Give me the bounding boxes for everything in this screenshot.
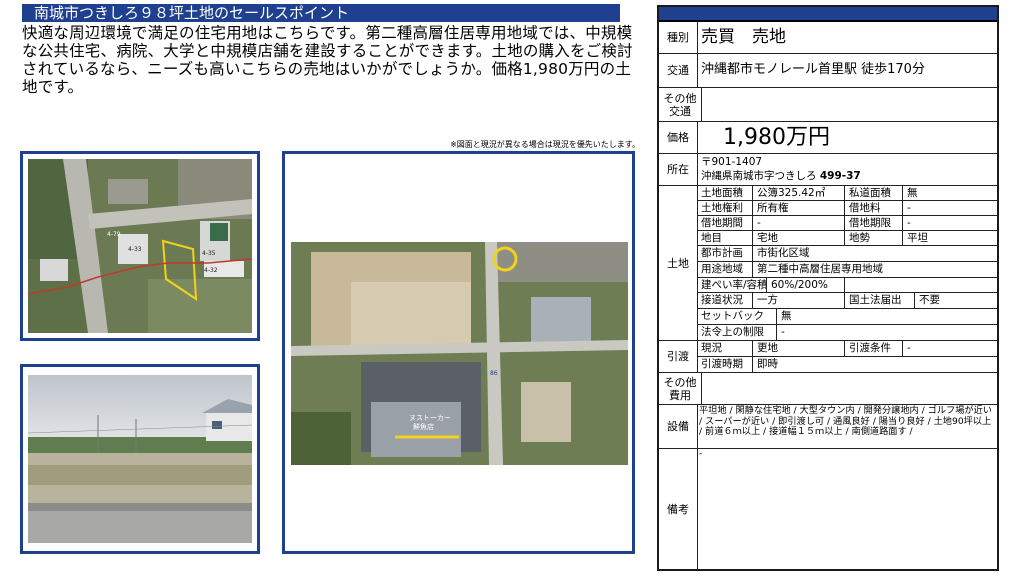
transport-label: 交通 bbox=[659, 54, 698, 87]
site-photo-image bbox=[20, 364, 260, 554]
address-value: 〒901-1407 沖縄県南城市字つきしろ 499-37 bbox=[697, 154, 997, 185]
setback-label: セットバック bbox=[697, 309, 777, 325]
row-land: 土地 土地面積 公簿325.42㎡ 私道面積 無 土地権利 所有権 借地料 - … bbox=[659, 186, 999, 341]
timing-value: 即時 bbox=[757, 358, 778, 370]
site-photo-graphic bbox=[28, 375, 252, 543]
condition-value: - bbox=[903, 341, 999, 357]
map-label-4: 4-32 bbox=[204, 267, 218, 274]
other-cost-label: その他費用 bbox=[659, 373, 702, 404]
legal-value: - bbox=[781, 326, 785, 338]
aerial-view-graphic: ヌストーカー 鮮魚店 86 bbox=[291, 242, 628, 465]
setback-value: 無 bbox=[777, 309, 999, 325]
city-plan-value: 市街化区域 bbox=[753, 246, 999, 262]
other-transport-label: その他交通 bbox=[659, 88, 702, 121]
row-type: 種別 売買 売地 bbox=[659, 22, 997, 54]
land-label: 土地 bbox=[659, 186, 698, 340]
type-label: 種別 bbox=[659, 22, 698, 53]
lease-fee-label: 借地料 bbox=[845, 201, 903, 216]
equipment-label: 設備 bbox=[659, 405, 698, 448]
land-right-value: 所有権 bbox=[753, 201, 845, 216]
handover-details: 現況 更地 引渡条件 - 引渡時期 即時 bbox=[697, 341, 999, 372]
equipment-value: 平坦地 / 閑静な住宅地 / 大型タウン内 / 開発分譲地内 / ゴルフ場が近い… bbox=[699, 405, 992, 437]
address-line: 沖縄県南城市字つきしろ 499-37 bbox=[701, 169, 997, 183]
row-address: 所在 〒901-1407 沖縄県南城市字つきしろ 499-37 bbox=[659, 154, 997, 186]
row-handover: 引渡 現況 更地 引渡条件 - 引渡時期 即時 bbox=[659, 341, 999, 373]
description-text: 快適な周辺環境で満足の住宅用地はこちらです。第二種高層住居専用地域では、中規模な… bbox=[22, 24, 633, 96]
type-value: 売買 売地 bbox=[701, 27, 786, 47]
category-value: 宅地 bbox=[753, 231, 845, 246]
land-area-label: 土地面積 bbox=[697, 186, 753, 201]
price-value: 1,980万円 bbox=[723, 125, 830, 150]
ratio-blank bbox=[845, 278, 999, 293]
row-other-cost: その他費用 bbox=[659, 373, 997, 405]
row-remarks: 備考 - bbox=[659, 449, 997, 569]
notification-label: 国土法届出 bbox=[845, 293, 915, 309]
other-cost-value bbox=[697, 373, 997, 404]
address-number: 499-37 bbox=[819, 170, 861, 182]
zoning-value: 第二種中高層住居専用地域 bbox=[753, 262, 999, 278]
zoning-label: 用途地域 bbox=[697, 262, 753, 278]
remarks-value: - bbox=[699, 449, 703, 459]
price-label: 価格 bbox=[659, 122, 698, 153]
condition-label: 引渡条件 bbox=[845, 341, 903, 357]
road-value: 一方 bbox=[753, 293, 845, 309]
address-label: 所在 bbox=[659, 154, 698, 185]
city-plan-label: 都市計画 bbox=[697, 246, 753, 262]
status-value: 更地 bbox=[753, 341, 845, 357]
map-label-1: 4-79 bbox=[107, 231, 121, 238]
map-label-2: 4-33 bbox=[128, 246, 142, 253]
land-details: 土地面積 公簿325.42㎡ 私道面積 無 土地権利 所有権 借地料 - 借地期… bbox=[697, 186, 999, 340]
aerial-road-number: 86 bbox=[490, 370, 498, 377]
transport-value: 沖縄都市モノレール首里駅 徒歩170分 bbox=[701, 62, 925, 77]
private-road-value: 無 bbox=[903, 186, 999, 201]
land-right-label: 土地権利 bbox=[697, 201, 753, 216]
legal-label: 法令上の制限 bbox=[697, 325, 777, 340]
site-map-graphic: 4-79 4-33 4-35 4-32 bbox=[28, 159, 252, 333]
notification-value: 不要 bbox=[915, 293, 999, 309]
terrain-label: 地勢 bbox=[845, 231, 903, 246]
address-text: 沖縄県南城市字つきしろ bbox=[701, 170, 817, 182]
road-label: 接道状況 bbox=[697, 293, 753, 309]
aerial-label-1: ヌストーカー bbox=[409, 414, 451, 422]
aerial-view-image: ヌストーカー 鮮魚店 86 bbox=[282, 151, 635, 554]
lease-limit-label: 借地期限 bbox=[845, 216, 903, 231]
status-label: 現況 bbox=[697, 341, 753, 357]
spec-table-header bbox=[659, 7, 997, 22]
row-transport: 交通 沖縄都市モノレール首里駅 徒歩170分 bbox=[659, 54, 997, 88]
timing-label: 引渡時期 bbox=[697, 357, 753, 372]
row-price: 価格 1,980万円 bbox=[659, 122, 997, 154]
map-label-3: 4-35 bbox=[202, 250, 216, 257]
handover-label: 引渡 bbox=[659, 341, 698, 372]
notice-text: ※図面と現況が異なる場合は現況を優先いたします。 bbox=[450, 140, 640, 149]
lease-period-value: - bbox=[753, 216, 845, 231]
private-road-label: 私道面積 bbox=[845, 186, 903, 201]
postal-code: 〒901-1407 bbox=[701, 156, 763, 168]
lease-period-label: 借地期間 bbox=[697, 216, 753, 231]
aerial-label-2: 鮮魚店 bbox=[413, 422, 434, 431]
remarks-label: 備考 bbox=[659, 449, 698, 569]
land-area-value: 公簿325.42㎡ bbox=[753, 186, 845, 201]
site-map-image: 4-79 4-33 4-35 4-32 bbox=[20, 151, 260, 341]
row-other-transport: その他交通 bbox=[659, 88, 997, 122]
ratio-value: 60%/200% bbox=[767, 278, 845, 293]
terrain-value: 平坦 bbox=[903, 231, 999, 246]
property-spec-table: 種別 売買 売地 交通 沖縄都市モノレール首里駅 徒歩170分 その他交通 価格… bbox=[657, 5, 999, 571]
category-label: 地目 bbox=[697, 231, 753, 246]
lease-fee-value: - bbox=[903, 201, 999, 216]
other-transport-value bbox=[697, 88, 997, 121]
row-equipment: 設備 平坦地 / 閑静な住宅地 / 大型タウン内 / 開発分譲地内 / ゴルフ場… bbox=[659, 405, 997, 449]
page-title: 南城市つきしろ９８坪土地のセールスポイント bbox=[22, 4, 620, 22]
ratio-label: 建ぺい率/容積率 bbox=[697, 278, 767, 293]
lease-limit-value: - bbox=[903, 216, 999, 231]
